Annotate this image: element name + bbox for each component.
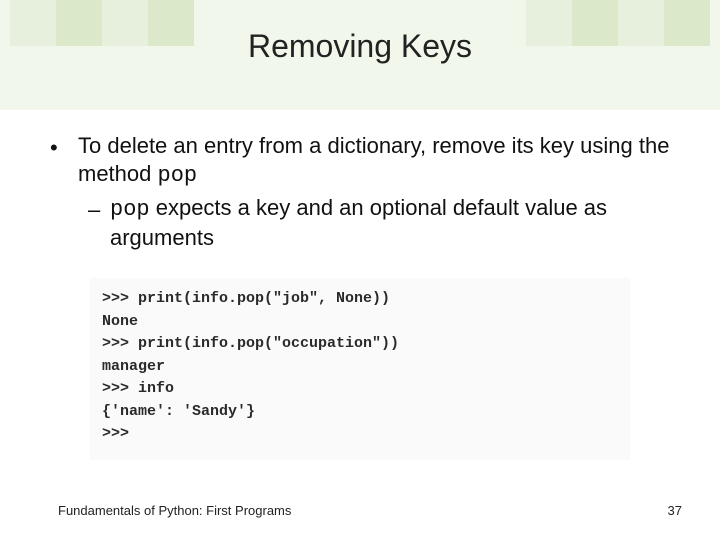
bullet-item: • To delete an entry from a dictionary, … (50, 132, 670, 190)
sub-method-name: pop (110, 197, 150, 222)
slide-title: Removing Keys (0, 28, 720, 65)
sub-bullet-marker: – (88, 194, 110, 224)
bullet-method-name: pop (158, 163, 198, 188)
bullet-text: To delete an entry from a dictionary, re… (78, 132, 670, 190)
footer-source: Fundamentals of Python: First Programs (58, 503, 291, 518)
slide-content: • To delete an entry from a dictionary, … (50, 132, 670, 253)
footer-page-number: 37 (668, 503, 682, 518)
sub-text-part: expects a key and an optional default va… (110, 195, 607, 250)
code-example: >>> print(info.pop("job", None)) None >>… (90, 278, 630, 460)
sub-bullet-item: – pop expects a key and an optional defa… (88, 194, 670, 252)
sub-bullet-text: pop expects a key and an optional defaul… (110, 194, 670, 252)
bullet-marker: • (50, 132, 78, 162)
